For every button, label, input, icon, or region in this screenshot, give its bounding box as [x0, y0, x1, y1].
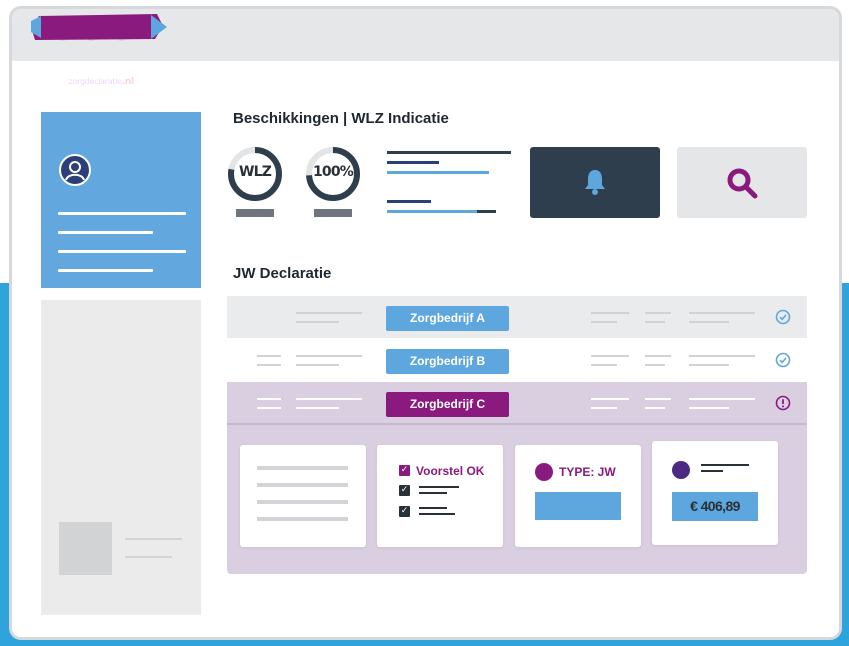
gauge-bar-wlz: [236, 209, 274, 217]
proposal-ok-label: Voorstel OK: [416, 464, 485, 478]
row-line: [645, 407, 665, 409]
sidebar-panel: [41, 300, 201, 615]
profile-line-1: [58, 212, 186, 215]
gauge-bar-percentage: [314, 209, 352, 217]
amount-dot-icon: [672, 461, 690, 479]
info-line-1: [387, 151, 511, 154]
notifications-button[interactable]: [530, 147, 660, 218]
gauge-wlz: WLZ: [227, 146, 291, 226]
check-line: [419, 507, 447, 509]
gauge-label-wlz: WLZ: [238, 164, 272, 180]
provider-pill[interactable]: Zorgbedrijf A: [386, 306, 509, 331]
table-row-selected[interactable]: Zorgbedrijf C: [227, 382, 807, 424]
details-card-summary[interactable]: [240, 445, 366, 547]
bell-icon: [585, 170, 605, 195]
logo-text: mijnzorgdeclaratie.nl: [43, 74, 134, 87]
row-line: [296, 355, 362, 357]
summary-line: [257, 483, 348, 487]
row-line: [296, 321, 339, 323]
table-row[interactable]: Zorgbedrijf A: [227, 296, 807, 338]
sidebar-line-2: [125, 556, 172, 558]
search-icon: [727, 168, 758, 199]
info-line-5b: [477, 210, 496, 213]
details-card-amount[interactable]: € 406,89: [652, 441, 778, 545]
thumbnail-placeholder: [59, 522, 112, 575]
profile-line-3: [58, 250, 186, 253]
summary-line: [257, 500, 348, 504]
info-line-3: [387, 171, 489, 174]
row-line: [689, 321, 729, 323]
profile-line-2: [58, 231, 153, 234]
row-line: [296, 398, 362, 400]
row-line: [591, 398, 629, 400]
row-line: [257, 398, 281, 400]
checkbox-checked-icon[interactable]: ✓: [399, 465, 410, 476]
row-line: [689, 312, 755, 314]
row-line: [645, 364, 665, 366]
table-row[interactable]: Zorgbedrijf B: [227, 339, 807, 381]
row-line: [591, 355, 629, 357]
row-line: [296, 407, 339, 409]
type-value-box: [535, 492, 621, 520]
logo-text-part3: .nl: [121, 77, 134, 87]
amount-line: [701, 470, 723, 472]
info-line-5a: [387, 210, 477, 213]
logo-text-part2: zorgdeclaratie: [68, 77, 122, 86]
provider-pill[interactable]: Zorgbedrijf B: [386, 349, 509, 374]
logo-text-part1: mijn: [43, 74, 69, 87]
details-card-checks[interactable]: ✓ Voorstel OK ✓ ✓: [377, 445, 503, 547]
row-line: [257, 407, 281, 409]
user-icon: [59, 154, 91, 186]
search-button[interactable]: [677, 147, 807, 218]
row-line: [257, 355, 281, 357]
check-line: [419, 513, 455, 515]
summary-line: [257, 517, 348, 521]
info-line-2: [387, 161, 439, 164]
gauge-percentage: 100%: [305, 146, 369, 226]
exclamation-circle-icon: [775, 395, 791, 411]
section-title-declaration: JW Declaratie: [233, 265, 332, 282]
gauge-label-percentage: 100%: [312, 164, 354, 180]
row-line: [689, 398, 755, 400]
checkbox-checked-icon[interactable]: ✓: [399, 485, 410, 496]
summary-line: [257, 466, 348, 470]
row-line: [257, 364, 281, 366]
row-line: [645, 321, 665, 323]
row-line: [645, 398, 671, 400]
row-line: [645, 355, 671, 357]
type-label: TYPE: JW: [559, 465, 616, 479]
row-line: [689, 355, 755, 357]
row-line: [296, 364, 339, 366]
row-line: [591, 321, 617, 323]
row-line: [591, 312, 629, 314]
row-line: [689, 407, 729, 409]
profile-line-4: [58, 269, 153, 272]
provider-pill[interactable]: Zorgbedrijf C: [386, 392, 509, 417]
type-dot-icon: [535, 463, 553, 481]
row-line: [296, 312, 362, 314]
profile-card[interactable]: [41, 112, 201, 288]
row-line: [689, 364, 729, 366]
declaration-details: ✓ Voorstel OK ✓ ✓ TYPE: JW € 406,89: [227, 423, 807, 574]
checkbox-checked-icon[interactable]: ✓: [399, 506, 410, 517]
row-line: [645, 312, 671, 314]
amount-line: [701, 464, 749, 466]
amount-value: € 406,89: [672, 492, 758, 521]
row-line: [591, 364, 617, 366]
row-line: [591, 407, 617, 409]
check-circle-icon: [775, 309, 791, 325]
logo[interactable]: [31, 14, 167, 40]
details-card-type[interactable]: TYPE: JW: [515, 445, 641, 547]
check-line: [419, 492, 447, 494]
section-title-indications: Beschikkingen | WLZ Indicatie: [233, 110, 449, 127]
info-line-4: [387, 200, 431, 203]
check-line: [419, 486, 459, 488]
sidebar-line-1: [125, 538, 182, 540]
check-circle-icon: [775, 352, 791, 368]
